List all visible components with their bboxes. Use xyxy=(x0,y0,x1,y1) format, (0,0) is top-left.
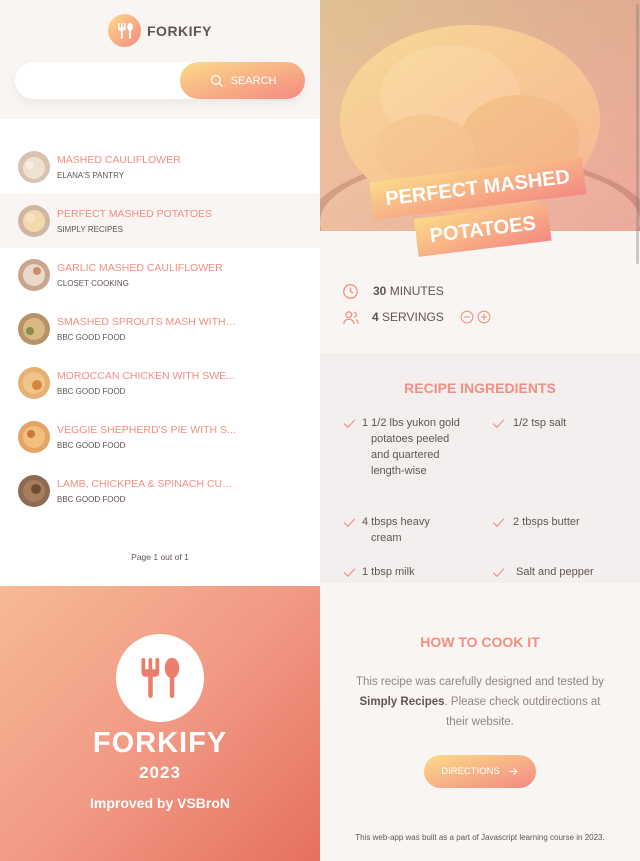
check-icon xyxy=(492,518,505,528)
search-input[interactable] xyxy=(29,72,179,86)
plus-circle-icon[interactable] xyxy=(477,310,491,324)
result-publisher: ELANA'S PANTRY xyxy=(57,171,125,180)
promo-banner xyxy=(0,586,320,861)
result-title: PERFECT MASHED POTATOES xyxy=(57,208,212,220)
result-title: GARLIC MASHED CAULIFLOWER xyxy=(57,262,223,274)
fork-spoon-icon xyxy=(116,634,204,722)
logo[interactable]: FORKIFY xyxy=(108,14,212,47)
ingredients-title: RECIPE INGREDIENTS xyxy=(404,380,556,396)
scrollbar[interactable] xyxy=(634,0,640,264)
cook-title: HOW TO COOK IT xyxy=(420,634,540,650)
users-icon xyxy=(343,310,359,324)
clock-icon xyxy=(343,283,358,299)
result-item[interactable]: SMASHED SPROUTS MASH WITH ... BBC GOOD F… xyxy=(0,302,320,356)
recipe-servings: 4 SERVINGS xyxy=(342,308,491,326)
check-icon xyxy=(492,568,505,578)
minus-circle-icon[interactable] xyxy=(460,310,474,324)
ingredient-item: Salt and pepper xyxy=(492,564,611,580)
result-publisher: BBC GOOD FOOD xyxy=(57,495,126,504)
search-button[interactable]: SEARCH xyxy=(180,62,305,99)
result-title: LAMB, CHICKPEA & SPINACH CUR... xyxy=(57,478,237,490)
recipe-thumbnail xyxy=(18,205,50,237)
ingredient-item: 1 tbsp milk xyxy=(343,564,457,580)
ingredient-item: 1 1/2 lbs yukon gold potatoes peeled and… xyxy=(343,415,467,479)
result-item[interactable]: LAMB, CHICKPEA & SPINACH CUR... BBC GOOD… xyxy=(0,464,320,518)
recipe-thumbnail xyxy=(18,151,50,183)
result-publisher: BBC GOOD FOOD xyxy=(57,387,126,396)
result-item-active[interactable]: PERFECT MASHED POTATOES SIMPLY RECIPES xyxy=(0,194,320,248)
recipe-details: 30 MINUTES 4 SERVINGS xyxy=(342,282,491,334)
recipe-time: 30 MINUTES xyxy=(342,282,491,300)
recipe-thumbnail xyxy=(18,475,50,507)
check-icon xyxy=(492,419,505,429)
recipe-thumbnail xyxy=(18,421,50,453)
result-item[interactable]: VEGGIE SHEPHERD'S PIE WITH S... BBC GOOD… xyxy=(0,410,320,464)
result-title: SMASHED SPROUTS MASH WITH ... xyxy=(57,316,237,328)
promo-year: 2023 xyxy=(139,763,181,782)
check-icon xyxy=(343,568,356,578)
header: FORKIFY SEARCH xyxy=(0,0,320,119)
minutes-value: 30 xyxy=(373,284,387,298)
result-title: MOROCCAN CHICKEN WITH SWE... xyxy=(57,370,235,382)
recipe-thumbnail xyxy=(18,259,50,291)
recipe-thumbnail xyxy=(18,313,50,345)
pagination: Page 1 out of 1 xyxy=(131,552,189,562)
servings-label: SERVINGS xyxy=(382,310,444,324)
footer-text: This web-app was built as a part of Java… xyxy=(355,833,605,842)
result-title: VEGGIE SHEPHERD'S PIE WITH S... xyxy=(57,424,236,436)
result-title: MASHED CAULIFLOWER xyxy=(57,154,181,166)
search-button-label: SEARCH xyxy=(230,74,277,87)
result-publisher: SIMPLY RECIPES xyxy=(57,225,123,234)
search-icon xyxy=(210,74,223,87)
recipe-publisher: Simply Recipes xyxy=(359,696,445,708)
check-icon xyxy=(343,518,356,528)
search-form: SEARCH xyxy=(15,62,305,99)
result-publisher: CLOSET COOKING xyxy=(57,279,129,288)
directions-button[interactable]: DIRECTIONS xyxy=(424,755,536,788)
servings-value: 4 xyxy=(372,310,379,324)
result-publisher: BBC GOOD FOOD xyxy=(57,441,126,450)
recipe-thumbnail xyxy=(18,367,50,399)
fork-spoon-icon xyxy=(108,14,141,47)
promo-credit: Improved by VSBroN xyxy=(89,795,231,811)
result-publisher: BBC GOOD FOOD xyxy=(57,333,126,342)
ingredient-item: 2 tbsps butter xyxy=(492,514,608,530)
cook-description: This recipe was carefully designed and t… xyxy=(355,676,605,728)
promo-title: FORKIFY xyxy=(92,727,228,759)
arrow-right-icon xyxy=(509,768,518,775)
directions-label: DIRECTIONS xyxy=(441,766,500,777)
result-item[interactable]: GARLIC MASHED CAULIFLOWER CLOSET COOKING xyxy=(0,248,320,302)
search-results-list: MASHED CAULIFLOWER ELANA'S PANTRY PERFEC… xyxy=(0,140,320,518)
ingredient-item: 4 tbsps heavy cream xyxy=(343,514,452,546)
logo-text: FORKIFY xyxy=(147,22,212,39)
minutes-label: MINUTES xyxy=(389,284,444,298)
ingredient-item: 1/2 tsp salt xyxy=(492,415,608,431)
result-item[interactable]: MASHED CAULIFLOWER ELANA'S PANTRY xyxy=(0,140,320,194)
result-item[interactable]: MOROCCAN CHICKEN WITH SWE... BBC GOOD FO… xyxy=(0,356,320,410)
check-icon xyxy=(343,419,356,429)
